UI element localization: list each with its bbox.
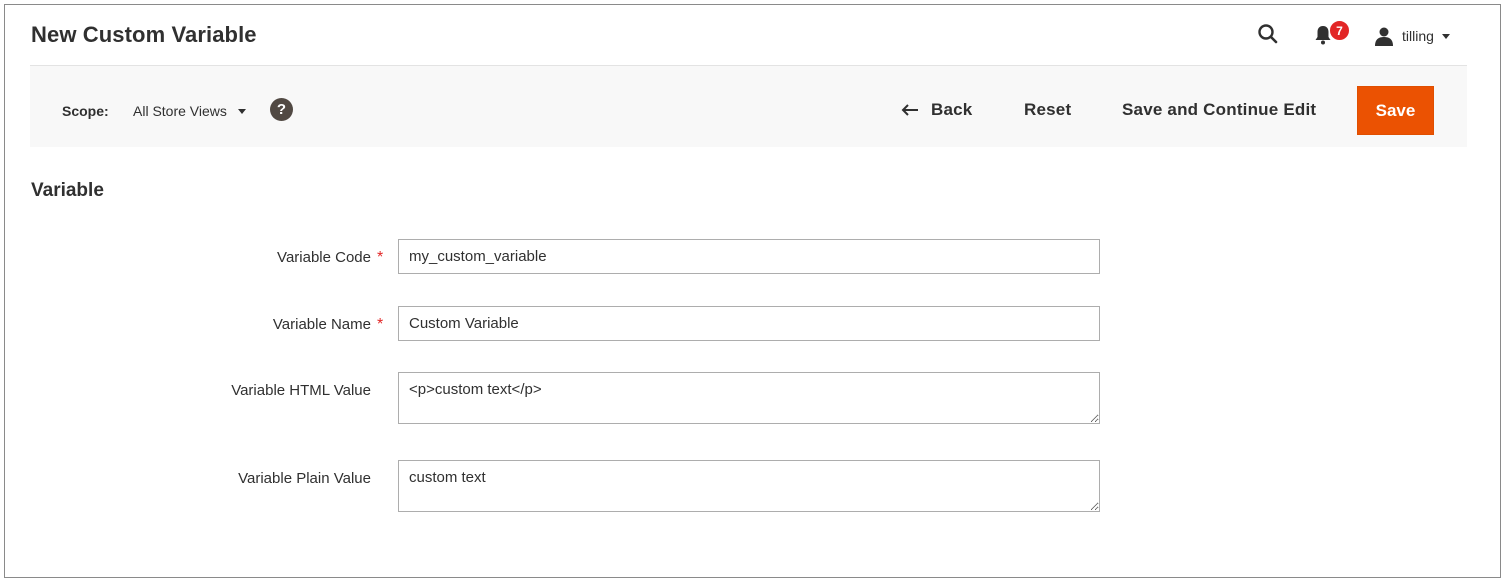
arrow-left-icon <box>901 104 918 116</box>
reset-button[interactable]: Reset <box>1024 100 1071 120</box>
page-title: New Custom Variable <box>31 22 257 47</box>
required-marker: * <box>377 249 384 266</box>
chevron-down-icon <box>1441 33 1450 39</box>
user-account-menu[interactable]: tilling <box>1374 24 1450 48</box>
save-and-continue-button[interactable]: Save and Continue Edit <box>1122 100 1316 120</box>
variable-code-input[interactable] <box>398 239 1100 274</box>
variable-html-value-textarea[interactable]: <p>custom text</p> <box>398 372 1100 424</box>
user-name: tilling <box>1402 28 1434 44</box>
save-button[interactable]: Save <box>1357 86 1434 135</box>
page-actions-bar: Scope: All Store Views ? Back Reset Save… <box>30 65 1467 147</box>
back-button-label: Back <box>931 100 973 119</box>
variable-code-label: Variable Code <box>277 249 371 266</box>
scope-label: Scope: <box>62 103 109 119</box>
variable-plain-value-label: Variable Plain Value <box>238 470 371 487</box>
required-marker: * <box>377 316 384 333</box>
chevron-down-icon <box>237 108 246 114</box>
back-button[interactable]: Back <box>901 100 972 120</box>
notification-count-badge: 7 <box>1329 20 1350 41</box>
help-icon[interactable]: ? <box>270 98 293 121</box>
user-icon <box>1375 27 1393 46</box>
scope-switcher[interactable]: All Store Views <box>133 103 246 119</box>
variable-name-label: Variable Name <box>272 316 371 333</box>
search-icon[interactable] <box>1256 22 1280 46</box>
variable-plain-value-textarea[interactable]: custom text <box>398 460 1100 512</box>
scope-value: All Store Views <box>133 103 227 119</box>
section-title: Variable <box>31 180 104 201</box>
variable-name-input[interactable] <box>398 306 1100 341</box>
variable-html-value-label: Variable HTML Value <box>231 382 371 399</box>
